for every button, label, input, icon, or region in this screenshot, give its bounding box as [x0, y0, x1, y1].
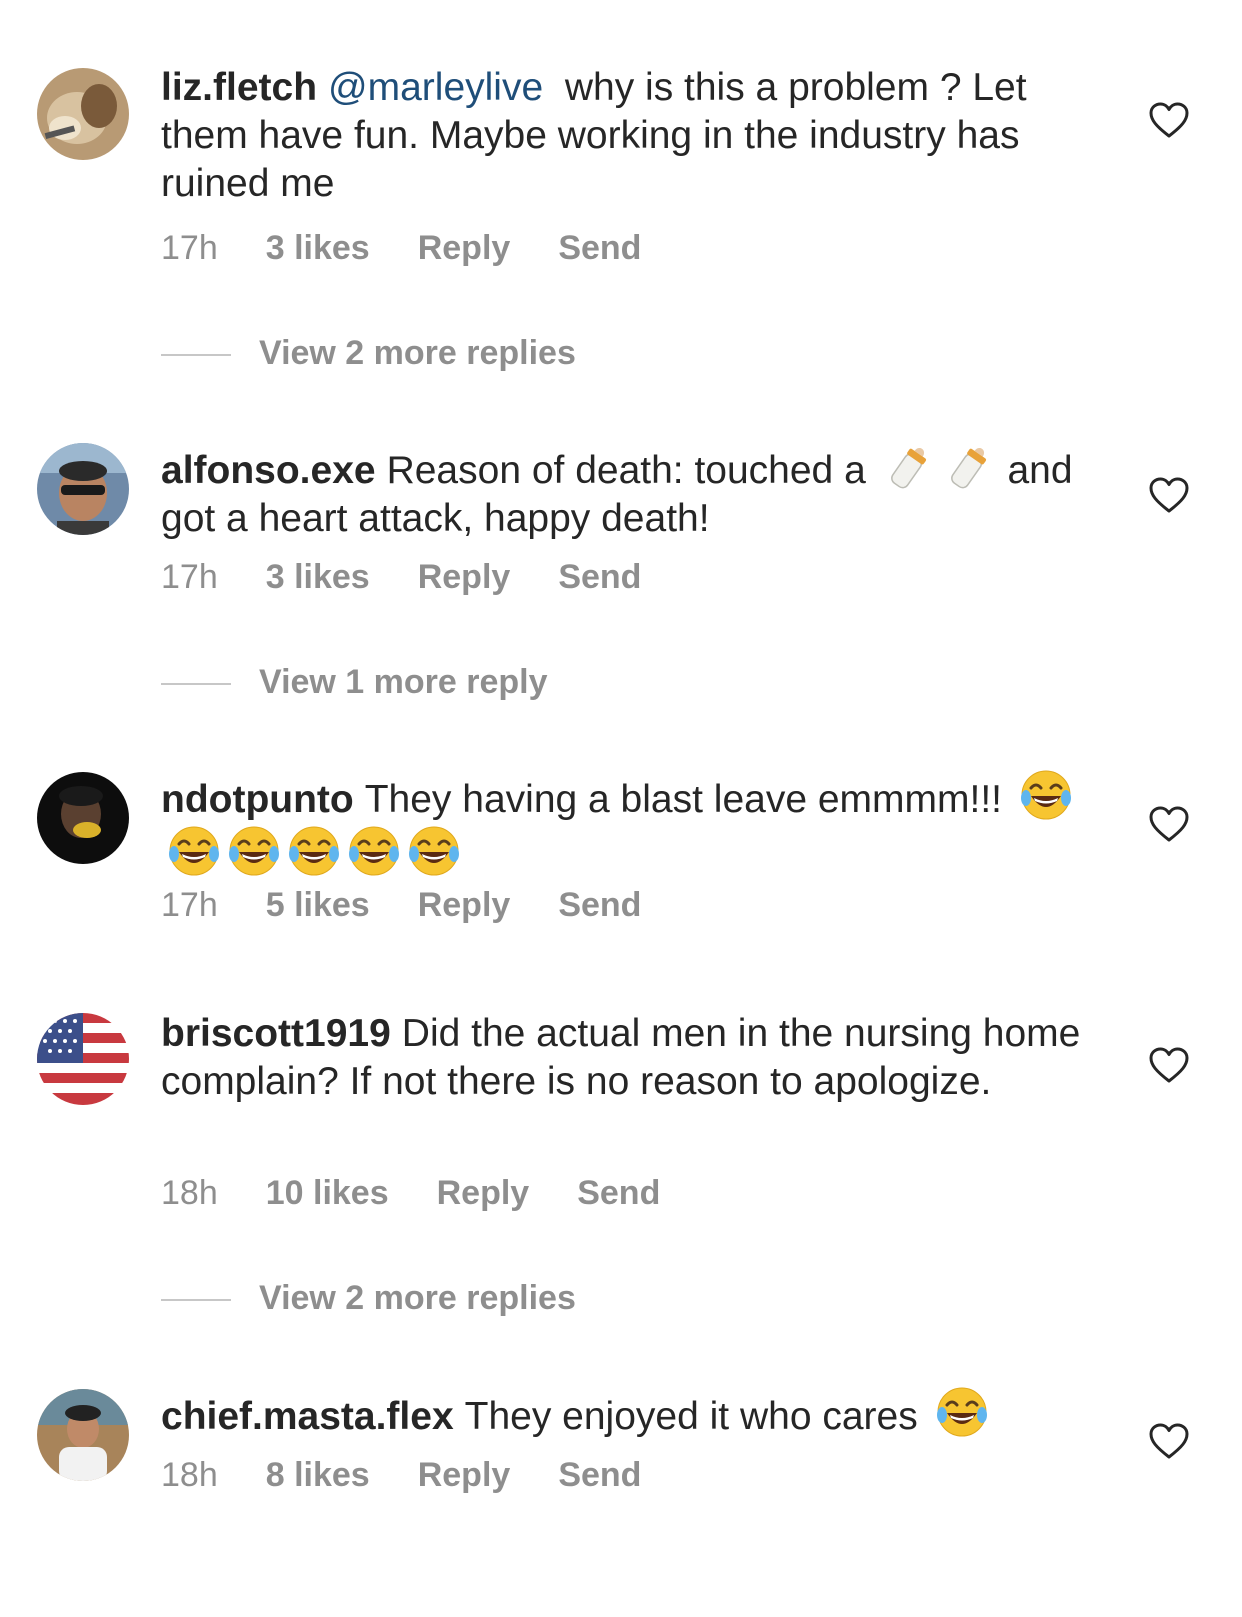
send-button[interactable]: Send — [558, 1456, 641, 1495]
comment-body: Reason of death: touched a — [386, 449, 866, 492]
send-button[interactable]: Send — [558, 886, 641, 925]
timestamp: 17h — [161, 886, 218, 924]
comment-meta: 18h 8 likes Reply Send — [161, 1456, 689, 1495]
username[interactable]: briscott1919 — [161, 1012, 391, 1055]
avatar[interactable] — [37, 1389, 129, 1481]
comment-text: ndotpunto They having a blast leave emmmm… — [161, 768, 1081, 880]
heart-icon[interactable] — [1148, 476, 1190, 514]
comment-meta: 17h 3 likes Reply Send — [161, 558, 689, 597]
view-more-replies[interactable]: View 2 more replies — [161, 334, 576, 373]
username[interactable]: alfonso.exe — [161, 449, 376, 492]
send-button[interactable]: Send — [558, 229, 641, 268]
reply-button[interactable]: Reply — [418, 558, 511, 597]
view-more-replies-label[interactable]: View 2 more replies — [259, 334, 576, 372]
comment-body: They having a blast leave emmmm!!! — [364, 778, 1002, 821]
likes-count[interactable]: 3 likes — [266, 229, 370, 268]
laughing-tears-emoji — [287, 824, 341, 878]
username[interactable]: ndotpunto — [161, 778, 354, 821]
view-more-replies-label[interactable]: View 2 more replies — [259, 1279, 576, 1317]
comment-text: alfonso.exe Reason of death: touched a an… — [161, 439, 1081, 543]
divider — [161, 1299, 231, 1302]
timestamp: 18h — [161, 1174, 218, 1212]
reply-button[interactable]: Reply — [418, 886, 511, 925]
laughing-tears-emoji — [167, 824, 221, 878]
heart-icon[interactable] — [1148, 101, 1190, 139]
heart-icon[interactable] — [1148, 805, 1190, 843]
divider — [161, 683, 231, 686]
avatar[interactable] — [37, 1013, 129, 1105]
likes-count[interactable]: 8 likes — [266, 1456, 370, 1495]
comment-text: chief.masta.flex They enjoyed it who care… — [161, 1385, 1081, 1441]
timestamp: 17h — [161, 558, 218, 596]
view-more-replies[interactable]: View 2 more replies — [161, 1279, 576, 1318]
comment-meta: 17h 3 likes Reply Send — [161, 229, 689, 268]
send-button[interactable]: Send — [577, 1174, 660, 1213]
reply-button[interactable]: Reply — [418, 1456, 511, 1495]
comment-text: liz.fletch @marleylive why is this a prob… — [161, 64, 1081, 208]
mention-link[interactable]: @marleylive — [328, 66, 543, 109]
avatar[interactable] — [37, 772, 129, 864]
avatar[interactable] — [37, 443, 129, 535]
likes-count[interactable]: 3 likes — [266, 558, 370, 597]
view-more-replies[interactable]: View 1 more reply — [161, 663, 548, 702]
divider — [161, 354, 231, 357]
comment-meta: 18h 10 likes Reply Send — [161, 1174, 708, 1213]
reply-button[interactable]: Reply — [418, 229, 511, 268]
laughing-tears-emoji — [1019, 768, 1073, 822]
comment-text: briscott1919 Did the actual men in the nu… — [161, 1010, 1081, 1106]
send-button[interactable]: Send — [558, 558, 641, 597]
view-more-replies-label[interactable]: View 1 more reply — [259, 663, 548, 701]
avatar[interactable] — [37, 68, 129, 160]
timestamp: 17h — [161, 229, 218, 267]
baby-bottle-emoji — [883, 439, 937, 493]
laughing-tears-emoji — [935, 1385, 989, 1439]
likes-count[interactable]: 10 likes — [266, 1174, 389, 1213]
username[interactable]: chief.masta.flex — [161, 1395, 454, 1438]
heart-icon[interactable] — [1148, 1422, 1190, 1460]
comment-body: They enjoyed it who cares — [464, 1395, 918, 1438]
likes-count[interactable]: 5 likes — [266, 886, 370, 925]
laughing-tears-emoji — [227, 824, 281, 878]
laughing-tears-emoji — [407, 824, 461, 878]
username[interactable]: liz.fletch — [161, 66, 317, 109]
heart-icon[interactable] — [1148, 1046, 1190, 1084]
laughing-tears-emoji — [347, 824, 401, 878]
timestamp: 18h — [161, 1456, 218, 1494]
baby-bottle-emoji — [943, 439, 997, 493]
reply-button[interactable]: Reply — [437, 1174, 530, 1213]
comment-meta: 17h 5 likes Reply Send — [161, 886, 689, 925]
